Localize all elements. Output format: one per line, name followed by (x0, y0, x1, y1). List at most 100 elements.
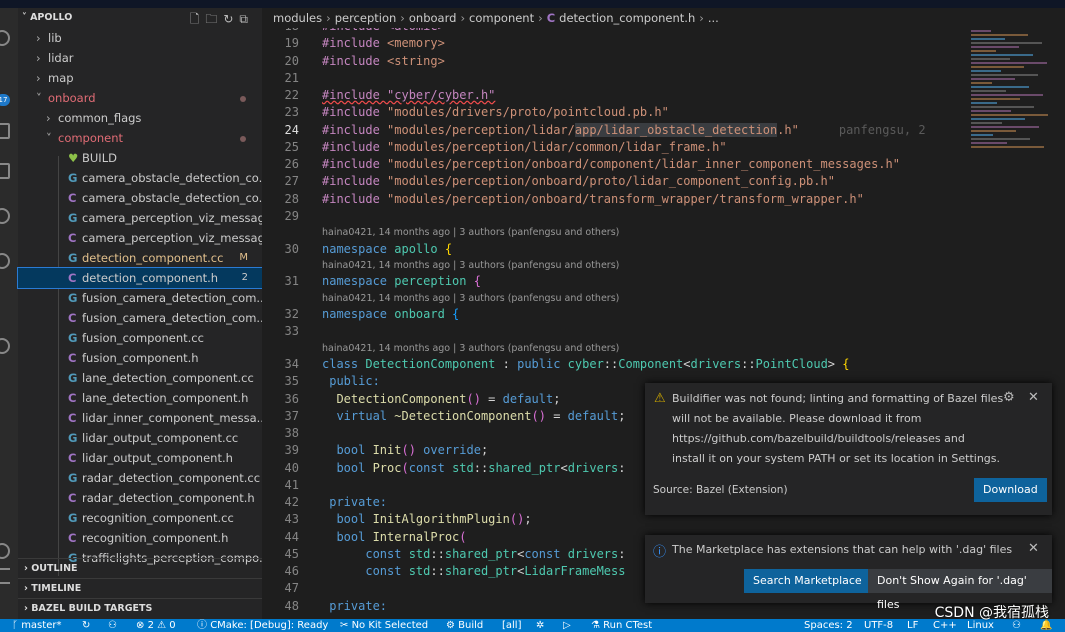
tree-item[interactable]: Gdetection_component.cc M (18, 248, 262, 268)
codelens-blame[interactable]: haina0421, 14 months ago | 3 authors (pa… (262, 258, 1065, 274)
breadcrumb-item[interactable]: onboard (409, 11, 457, 25)
header-file-icon: C (68, 311, 77, 325)
ctest-button[interactable]: ⚗ Run CTest (591, 619, 652, 632)
breadcrumb-item[interactable]: detection_component.h (559, 11, 695, 25)
kit-selector[interactable]: ✂ No Kit Selected (340, 619, 428, 632)
minimap[interactable] (971, 28, 1051, 168)
tree-item[interactable]: Grecognition_component.cc (18, 508, 262, 528)
codelens-blame[interactable]: haina0421, 14 months ago | 3 authors (pa… (262, 225, 1065, 241)
tree-item[interactable]: Gcamera_perception_viz_messag... (18, 208, 276, 228)
tree-item[interactable]: Cfusion_camera_detection_com... (18, 308, 267, 328)
encoding[interactable]: UTF-8 (864, 619, 893, 632)
explorer-icon[interactable] (0, 30, 10, 46)
download-button[interactable]: Download (974, 478, 1047, 502)
codelens-blame[interactable]: haina0421, 14 months ago | 3 authors (pa… (262, 291, 1065, 307)
code-line[interactable]: 31 namespace perception { (262, 273, 1065, 290)
code-line[interactable]: 26 #include "modules/perception/onboard/c… (262, 156, 1065, 173)
build-target[interactable]: [all] (502, 619, 522, 632)
run-debug-icon[interactable] (0, 123, 10, 139)
code-token: ~DetectionComponent (394, 408, 532, 423)
tree-item[interactable]: › lib (18, 28, 262, 48)
panel-outline[interactable]: › OUTLINE (18, 558, 262, 578)
tree-item-label: fusion_camera_detection_com... (82, 311, 268, 325)
tree-item[interactable]: Gfusion_camera_detection_com... (18, 288, 267, 308)
code-token: std (408, 546, 431, 561)
breadcrumb-item[interactable]: perception (335, 11, 397, 25)
code-view[interactable]: 18#include <atomic>19#include <memory>20… (262, 18, 1065, 615)
settings-icon[interactable] (0, 568, 10, 584)
code-line[interactable]: 19 #include <memory> (262, 35, 1065, 52)
tree-item[interactable]: Gfusion_component.cc (18, 328, 262, 348)
breadcrumb-item[interactable]: modules (273, 11, 322, 25)
extensions-icon[interactable] (0, 163, 10, 179)
tree-item[interactable]: Ccamera_perception_viz_messag... (18, 228, 276, 248)
gear-icon[interactable]: ⚙ (1003, 390, 1015, 405)
tree-item[interactable]: ˅ component (18, 128, 262, 148)
panel-bazel-build-targets[interactable]: › BAZEL BUILD TARGETS (18, 598, 262, 618)
refresh-icon[interactable]: ↻ (223, 12, 239, 26)
tree-item[interactable]: Clidar_output_component.h (18, 448, 262, 468)
collapse-all-icon[interactable]: ⧉ (239, 12, 254, 26)
code-line[interactable]: 32 namespace onboard { (262, 306, 1065, 323)
code-line[interactable]: 25 #include "modules/perception/lidar/com… (262, 139, 1065, 156)
source-control-badge: 17 (0, 94, 10, 106)
run-icon[interactable]: ▷ (563, 619, 571, 632)
codelens-blame[interactable]: haina0421, 14 months ago | 3 authors (pa… (262, 341, 1065, 357)
sync-icon[interactable]: ↻ (82, 619, 90, 632)
build-button[interactable]: ⚙ Build (446, 619, 483, 632)
new-file-icon[interactable]: 🗋 (190, 12, 206, 26)
code-line[interactable]: 24 #include "modules/perception/lidar/app… (262, 122, 1065, 139)
notification-link[interactable]: https://github.com/bazelbuild/buildtools… (672, 432, 965, 445)
cpp-file-icon: G (68, 171, 78, 185)
code-line[interactable]: 27 #include "modules/perception/onboard/p… (262, 173, 1065, 190)
tree-item[interactable]: Clidar_inner_component_messa... (18, 408, 268, 428)
tree-item[interactable]: Cfusion_component.h (18, 348, 262, 368)
tree-item[interactable]: Clane_detection_component.h (18, 388, 262, 408)
editor[interactable]: 18#include <atomic>19#include <memory>20… (262, 8, 1065, 619)
search-marketplace-button[interactable]: Search Marketplace (744, 569, 871, 593)
breadcrumb-item[interactable]: ... (708, 11, 719, 25)
code-line[interactable]: 33 (262, 323, 1065, 340)
tree-item[interactable]: Glidar_output_component.cc (18, 428, 262, 448)
breadcrumb-item[interactable]: component (469, 11, 534, 25)
branch-indicator[interactable]: ᚴ master* (12, 619, 61, 632)
docker-icon[interactable] (0, 338, 10, 354)
tree-item[interactable]: › map (18, 68, 262, 88)
code-line[interactable]: 21 (262, 70, 1065, 87)
tree-item[interactable]: Glane_detection_component.cc (18, 368, 262, 388)
code-line[interactable]: 20 #include <string> (262, 53, 1065, 70)
tree-item-label: radar_detection_component.h (82, 491, 255, 505)
tree-item-label: camera_obstacle_detection_co... (82, 191, 270, 205)
testing-icon[interactable] (0, 253, 10, 269)
live-share-icon[interactable]: ⚇ (108, 619, 117, 632)
account-icon[interactable] (0, 543, 10, 559)
problems-indicator[interactable]: ⊗ 2 ⚠ 0 (136, 619, 176, 632)
debug-icon[interactable]: ✲ (536, 619, 544, 632)
code-line[interactable]: 28 #include "modules/perception/onboard/t… (262, 191, 1065, 208)
code-line[interactable]: 29 (262, 208, 1065, 225)
tree-item[interactable]: › lidar (18, 48, 262, 68)
tree-item[interactable]: Gcamera_obstacle_detection_co... (18, 168, 270, 188)
code-line[interactable]: 30 namespace apollo { (262, 241, 1065, 258)
code-line[interactable]: 34 class DetectionComponent : public cybe… (262, 356, 1065, 373)
cmake-status[interactable]: ⓘ CMake: [Debug]: Ready (197, 619, 328, 632)
tree-item[interactable]: › common_flags (18, 108, 262, 128)
tree-item[interactable]: Ccamera_obstacle_detection_co... (18, 188, 270, 208)
code-line[interactable]: 23 #include "modules/drivers/proto/pointc… (262, 104, 1065, 121)
close-icon[interactable]: ✕ (1028, 390, 1039, 405)
tree-item[interactable]: ˅ onboard (18, 88, 262, 108)
remote-icon[interactable] (0, 208, 10, 224)
panel-timeline[interactable]: › TIMELINE (18, 578, 262, 598)
dont-show-again-button[interactable]: Don't Show Again for '.dag' files (868, 569, 1052, 611)
new-folder-icon[interactable]: 🗀 (205, 12, 223, 26)
indentation[interactable]: Spaces: 2 (804, 619, 853, 632)
code-token: < (560, 460, 568, 475)
tree-item[interactable]: Crecognition_component.h (18, 528, 262, 548)
close-icon[interactable]: ✕ (1028, 541, 1039, 556)
tree-item[interactable]: Cradar_detection_component.h (18, 488, 262, 508)
code-line[interactable]: 22 #include "cyber/cyber.h" (262, 87, 1065, 104)
tree-item[interactable]: Gradar_detection_component.cc (18, 468, 262, 488)
eol[interactable]: LF (907, 619, 918, 632)
tree-item[interactable]: Cdetection_component.h 2 (17, 267, 263, 289)
tree-item[interactable]: ♥ BUILD (18, 148, 262, 168)
